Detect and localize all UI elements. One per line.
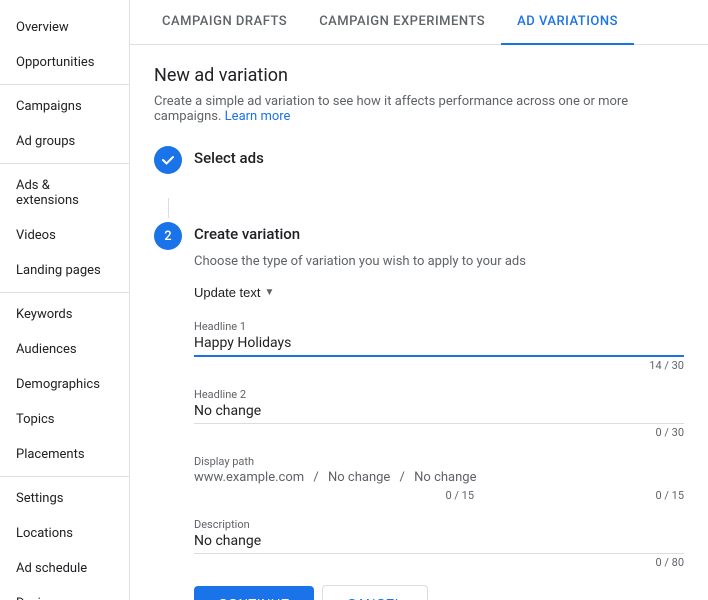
sidebar-item-ad-schedule[interactable]: Ad schedule [0,551,129,586]
display-path-base: www.example.com [194,470,304,485]
headline2-counter: 0 / 30 [194,426,684,439]
display-path-label: Display path [194,455,684,468]
headline1-counter: 14 / 30 [194,359,684,372]
step-1-content: Select ads [194,144,684,178]
step-1-indicator [154,146,182,174]
step-2-indicator: 2 [154,222,182,250]
step-2-title: Create variation [194,220,684,248]
step-1-title: Select ads [194,144,684,172]
learn-more-link[interactable]: Learn more [225,109,291,124]
sidebar-divider-2 [0,163,129,164]
step-1-container: Select ads [154,144,684,218]
headline1-label: Headline 1 [194,320,684,333]
content-area: New ad variation Create a simple ad vari… [130,45,708,600]
display-path-seg1[interactable]: No change [328,470,390,485]
display-path-seg2[interactable]: No change [414,470,476,485]
path-separator-2: / [396,470,408,485]
headline2-field: Headline 2 No change 0 / 30 [194,388,684,439]
variation-type-dropdown[interactable]: Update text ▼ [194,281,274,304]
sidebar-item-topics[interactable]: Topics [0,402,129,437]
display-path-counter1: 0 / 15 [294,489,474,502]
display-path-counter2: 0 / 15 [504,489,684,502]
sidebar-item-devices[interactable]: Devices [0,586,129,600]
path-base-gap [194,489,294,502]
tab-bar: CAMPAIGN DRAFTS CAMPAIGN EXPERIMENTS AD … [130,0,708,45]
display-path-row: www.example.com / No change / No change [194,470,684,485]
headline1-field: Headline 1 Happy Holidays 14 / 30 [194,320,684,372]
step-connector [168,198,169,218]
dropdown-label: Update text [194,285,261,300]
page-title: New ad variation [154,65,684,86]
step-2-subtitle: Choose the type of variation you wish to… [194,254,684,269]
sidebar-item-ads-extensions[interactable]: Ads & extensions [0,168,129,218]
sidebar-item-placements[interactable]: Placements [0,437,129,472]
description-value[interactable]: No change [194,533,684,554]
create-variation-step: 2 Create variation Choose the type of va… [154,220,684,600]
sidebar-divider-1 [0,84,129,85]
main-content: CAMPAIGN DRAFTS CAMPAIGN EXPERIMENTS AD … [130,0,708,600]
sidebar-item-videos[interactable]: Videos [0,218,129,253]
continue-button[interactable]: CONTINUE [194,586,314,600]
path-separator-1: / [310,470,322,485]
description-label: Description [194,518,684,531]
sidebar-item-ad-groups[interactable]: Ad groups [0,124,129,159]
sidebar-item-campaigns[interactable]: Campaigns [0,89,129,124]
sidebar-divider-4 [0,476,129,477]
sidebar-item-demographics[interactable]: Demographics [0,367,129,402]
sidebar-item-keywords[interactable]: Keywords [0,297,129,332]
campaign-experiments-tab[interactable]: CAMPAIGN EXPERIMENTS [303,0,501,45]
sidebar: Overview Opportunities Campaigns Ad grou… [0,0,130,600]
campaign-drafts-tab[interactable]: CAMPAIGN DRAFTS [146,0,303,45]
cancel-button[interactable]: CANCEL [322,585,428,600]
description-field: Description No change 0 / 80 [194,518,684,569]
sidebar-item-overview[interactable]: Overview [0,10,129,45]
sidebar-item-settings[interactable]: Settings [0,481,129,516]
headline2-value[interactable]: No change [194,403,684,424]
headline2-label: Headline 2 [194,388,684,401]
sidebar-item-audiences[interactable]: Audiences [0,332,129,367]
description-counter: 0 / 80 [194,556,684,569]
select-ads-step: Select ads [154,144,684,178]
sidebar-item-opportunities[interactable]: Opportunities [0,45,129,80]
step-2-content: Create variation Choose the type of vari… [194,220,684,600]
path-sep-gap [474,489,504,502]
sidebar-item-locations[interactable]: Locations [0,516,129,551]
action-buttons: CONTINUE CANCEL [194,585,684,600]
page-description: Create a simple ad variation to see how … [154,94,684,124]
sidebar-divider-3 [0,292,129,293]
dropdown-arrow-icon: ▼ [265,287,275,298]
display-path-counters: 0 / 15 0 / 15 [194,489,684,502]
ad-variations-tab[interactable]: AD VARIATIONS [501,0,634,45]
display-path-field: Display path www.example.com / No change… [194,455,684,502]
step-2-number: 2 [164,229,171,244]
sidebar-item-landing-pages[interactable]: Landing pages [0,253,129,288]
headline1-value[interactable]: Happy Holidays [194,335,684,357]
